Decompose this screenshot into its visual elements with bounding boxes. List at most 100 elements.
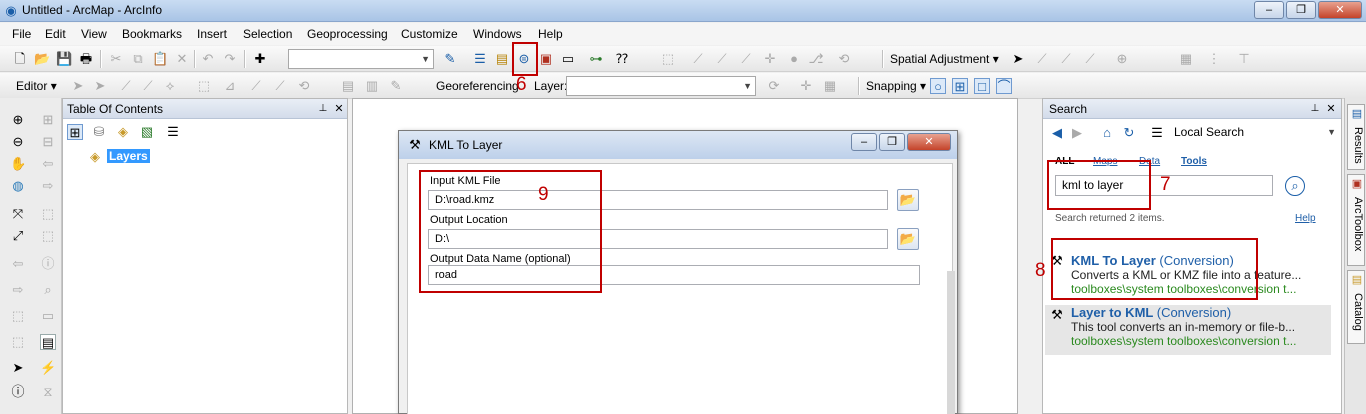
select-elements-tool-icon[interactable]: ➤ [10,360,26,376]
close-button[interactable]: ✕ [1318,1,1362,19]
identity-link-icon[interactable]: ⊕ [1114,51,1130,67]
identify-icon[interactable]: ⓘ [40,256,56,272]
search-back-icon[interactable]: ◀ [1049,125,1065,141]
edit-vertices-icon[interactable]: ⬚ [660,51,676,67]
select-by-rectangle-icon[interactable]: ⬚ [10,308,26,324]
menu-view[interactable]: View [81,27,107,41]
vertex-snapping-icon[interactable]: □ [974,78,990,94]
refresh-icon[interactable]: ↻ [1121,125,1137,141]
menu-bookmarks[interactable]: Bookmarks [122,27,182,41]
cut-icon[interactable]: ✂ [108,51,124,67]
georeferencing-menu[interactable]: Georeferencing [436,79,519,93]
forward-extent-icon[interactable]: ⇨ [40,178,56,194]
menu-edit[interactable]: Edit [45,27,66,41]
trace-tool-icon[interactable]: ⟡ [162,78,178,94]
fixed-zoom-in-icon[interactable]: ⊞ [40,112,56,128]
reshape-icon[interactable]: ⊿ [222,78,238,94]
menu-windows[interactable]: Windows [473,27,522,41]
measure-icon[interactable]: ▭ [40,308,56,324]
point-icon[interactable]: ✛ [762,51,778,67]
split-icon[interactable]: ⎇ [808,51,824,67]
new-document-icon[interactable]: 🗋 [12,51,28,67]
split-tool-icon[interactable]: ⟋ [272,78,288,94]
select-elements-icon[interactable]: ➤ [1010,51,1026,67]
paste-icon[interactable]: 📋 [152,51,168,67]
print-icon[interactable]: 🖶 [78,51,94,67]
list-by-selection-icon[interactable]: ▧ [139,124,155,140]
point-snapping-icon[interactable]: ○ [930,78,946,94]
table-of-contents-icon[interactable]: ☰ [472,51,488,67]
straight-segment-icon[interactable]: ⟋ [118,78,134,94]
full-extent-icon[interactable]: ◍ [10,178,26,194]
copy-icon[interactable]: ⧉ [130,51,146,67]
segment-icon[interactable]: ⟋ [690,51,706,67]
next-extent-icon[interactable]: ⇨ [10,282,26,298]
catalog-window-icon[interactable]: ▤ [494,51,510,67]
menu-help[interactable]: Help [538,27,563,41]
end-point-arc-icon[interactable]: ⟋ [140,78,156,94]
editor-toolbar-icon[interactable]: ✎ [442,51,458,67]
snapping-menu[interactable]: Snapping ▾ [866,79,926,93]
menu-selection[interactable]: Selection [243,27,292,41]
add-control-points-icon[interactable]: ✛ [798,78,814,94]
back-extent-icon[interactable]: ⇦ [40,156,56,172]
link-table-icon[interactable]: ▦ [1178,51,1194,67]
dialog-scrollbar[interactable] [947,271,955,414]
dialog-maximize-button[interactable]: ❐ [879,133,905,151]
edit-vertices-tool-icon[interactable]: ⬚ [196,78,212,94]
redo-icon[interactable]: ↷ [222,51,238,67]
list-by-visibility-icon[interactable]: ◈ [115,124,131,140]
previous-extent-icon[interactable]: ⇦ [10,256,26,272]
new-displacement-link-icon[interactable]: ⟋ [1034,51,1050,67]
sketch-properties-icon[interactable]: ▥ [364,78,380,94]
time-slider-icon[interactable]: ⧖ [40,384,56,400]
layers-dataframe[interactable]: Layers [107,149,150,163]
rotate-georef-icon[interactable]: ⟳ [766,78,782,94]
go-back-icon[interactable]: ⤧ [10,206,26,222]
fixed-extent-icon[interactable]: ⤢ [10,228,26,244]
open-icon[interactable]: 📂 [34,51,50,67]
view-link-table-icon[interactable]: ▦ [822,78,838,94]
spatial-adjustment-menu[interactable]: Spatial Adjustment ▾ [890,52,999,66]
menu-insert[interactable]: Insert [197,27,227,41]
sphere-icon[interactable]: ● [786,51,802,67]
clear-selection-icon[interactable]: ⬚ [40,228,56,244]
hyperlink-icon[interactable]: ⚡ [40,360,56,376]
edit-annotation-icon[interactable]: ➤ [92,78,108,94]
search-forward-icon[interactable]: ▶ [1069,125,1085,141]
georef-layer-combo[interactable]: ▼ [566,76,756,96]
save-icon[interactable]: 💾 [56,51,72,67]
html-popup-icon[interactable]: ▤ [40,334,56,350]
search-result-layer-to-kml[interactable]: ⚒ Layer to KML (Conversion) This tool co… [1045,305,1331,355]
midpoint-icon[interactable]: ⟋ [714,51,730,67]
create-features-icon[interactable]: ✎ [388,78,404,94]
undo-icon[interactable]: ↶ [200,51,216,67]
menu-file[interactable]: File [12,27,31,41]
minimize-button[interactable]: – [1254,1,1284,19]
fixed-zoom-out-icon[interactable]: ⊟ [40,134,56,150]
zoom-out-icon[interactable]: ⊖ [10,134,26,150]
identify-tool-icon[interactable]: ⓘ [10,384,26,400]
list-by-source-icon[interactable]: ⛁ [91,124,107,140]
rotate-tool-icon[interactable]: ⟲ [296,78,312,94]
dialog-close-button[interactable]: ✕ [907,133,951,151]
adjustment-preview-icon[interactable]: ⋮ [1206,51,1222,67]
search-go-icon[interactable]: ⌕ [1285,176,1305,196]
trace-icon[interactable]: ⟋ [738,51,754,67]
home-icon[interactable]: ⌂ [1099,125,1115,141]
menu-geoprocessing[interactable]: Geoprocessing [307,27,388,41]
delete-icon[interactable]: ✕ [174,51,190,67]
list-by-drawing-order-icon[interactable]: ⊞ [67,124,83,140]
multi-link-icon[interactable]: ⟋ [1082,51,1098,67]
pin-icon[interactable]: ⊥ [315,101,331,117]
toc-close-icon[interactable]: ✕ [331,101,347,117]
search-tab-tools[interactable]: Tools [1181,156,1207,167]
menu-customize[interactable]: Customize [401,27,458,41]
modelbuilder-icon[interactable]: ⊶ [588,51,604,67]
search-options-icon[interactable]: ☰ [1149,125,1165,141]
add-data-icon[interactable]: ✚ [252,51,268,67]
rotate-icon[interactable]: ⟲ [836,51,852,67]
edit-tool-icon[interactable]: ➤ [70,78,86,94]
editor-menu[interactable]: Editor ▾ [16,79,57,93]
browse-input-icon[interactable]: 📂 [897,189,919,211]
